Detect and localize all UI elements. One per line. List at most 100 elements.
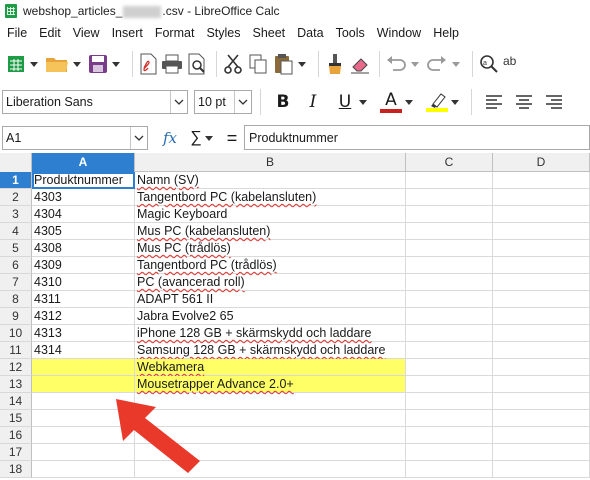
cell-d12[interactable]	[493, 359, 590, 376]
cell-a5[interactable]: 4308	[32, 240, 135, 257]
cell-d18[interactable]	[493, 461, 590, 478]
undo-icon[interactable]	[385, 50, 407, 78]
cell-c2[interactable]	[406, 189, 493, 206]
cell-c12[interactable]	[406, 359, 493, 376]
cell-d4[interactable]	[493, 223, 590, 240]
cell-a1[interactable]: Produktnummer	[32, 172, 135, 189]
highlighting-dropdown-chevron-icon[interactable]	[450, 88, 460, 116]
cell-c4[interactable]	[406, 223, 493, 240]
row-header[interactable]: 14	[0, 393, 32, 410]
cell-a4[interactable]: 4305	[32, 223, 135, 240]
chevron-down-icon[interactable]	[130, 127, 147, 149]
new-dropdown-chevron-icon[interactable]	[29, 50, 39, 78]
cell-c11[interactable]	[406, 342, 493, 359]
column-header-c[interactable]: C	[406, 153, 493, 172]
cell-a2[interactable]: 4303	[32, 189, 135, 206]
cell-a13[interactable]	[32, 376, 135, 393]
menu-tools[interactable]: Tools	[330, 26, 371, 40]
cell-b3[interactable]: Magic Keyboard	[135, 206, 406, 223]
menu-file[interactable]: File	[1, 26, 33, 40]
row-header[interactable]: 15	[0, 410, 32, 427]
paste-icon[interactable]	[272, 50, 294, 78]
cell-d5[interactable]	[493, 240, 590, 257]
cell-a9[interactable]: 4312	[32, 308, 135, 325]
cell-a10[interactable]: 4313	[32, 325, 135, 342]
cell-b8[interactable]: ADAPT 561 II	[135, 291, 406, 308]
row-header[interactable]: 16	[0, 427, 32, 444]
cell-b2[interactable]: Tangentbord PC (kabelansluten)	[135, 189, 406, 206]
column-header-b[interactable]: B	[135, 153, 406, 172]
undo-dropdown-chevron-icon[interactable]	[410, 50, 420, 78]
cell-d9[interactable]	[493, 308, 590, 325]
cell-c15[interactable]	[406, 410, 493, 427]
copy-icon[interactable]	[247, 50, 269, 78]
row-header[interactable]: 12	[0, 359, 32, 376]
cell-d1[interactable]	[493, 172, 590, 189]
redo-dropdown-chevron-icon[interactable]	[451, 50, 461, 78]
cell-a3[interactable]: 4304	[32, 206, 135, 223]
cell-c13[interactable]	[406, 376, 493, 393]
cell-b5[interactable]: Mus PC (trådlös)	[135, 240, 406, 257]
row-header[interactable]: 18	[0, 461, 32, 478]
cell-d11[interactable]	[493, 342, 590, 359]
spelling-icon[interactable]: ab	[503, 50, 517, 78]
cell-a6[interactable]: 4309	[32, 257, 135, 274]
formula-input[interactable]: Produktnummer	[244, 125, 590, 150]
cell-b4[interactable]: Mus PC (kabelansluten)	[135, 223, 406, 240]
row-header[interactable]: 3	[0, 206, 32, 223]
cell-d6[interactable]	[493, 257, 590, 274]
find-replace-icon[interactable]: a	[478, 50, 500, 78]
highlighting-color-button[interactable]	[424, 89, 450, 115]
row-header[interactable]: 13	[0, 376, 32, 393]
bold-button[interactable]: B	[270, 89, 296, 115]
cell-d8[interactable]	[493, 291, 590, 308]
cell-b10[interactable]: iPhone 128 GB + skärmskydd och laddare	[135, 325, 406, 342]
cell-b11[interactable]: Samsung 128 GB + skärmskydd och laddare	[135, 342, 406, 359]
spreadsheet-grid[interactable]: A B C D 1 Produktnummer Namn (SV) 2 4303 Tangentb…	[0, 153, 590, 480]
save-dropdown-chevron-icon[interactable]	[111, 50, 121, 78]
redo-icon[interactable]	[426, 50, 448, 78]
name-box[interactable]: A1	[2, 126, 148, 150]
row-header[interactable]: 9	[0, 308, 32, 325]
open-dropdown-chevron-icon[interactable]	[72, 50, 82, 78]
row-header[interactable]: 2	[0, 189, 32, 206]
export-pdf-icon[interactable]	[138, 50, 158, 78]
align-center-icon[interactable]	[511, 89, 537, 115]
sum-icon[interactable]: ∑	[188, 129, 204, 147]
font-name-combobox[interactable]: Liberation Sans	[2, 90, 188, 114]
cell-d16[interactable]	[493, 427, 590, 444]
row-header[interactable]: 4	[0, 223, 32, 240]
cell-d2[interactable]	[493, 189, 590, 206]
column-header-a[interactable]: A	[32, 153, 135, 172]
font-color-dropdown-chevron-icon[interactable]	[404, 88, 414, 116]
chevron-down-icon[interactable]	[170, 91, 187, 113]
cell-d3[interactable]	[493, 206, 590, 223]
menu-styles[interactable]: Styles	[200, 26, 246, 40]
cut-icon[interactable]	[222, 50, 244, 78]
cell-d14[interactable]	[493, 393, 590, 410]
open-folder-icon[interactable]	[45, 50, 69, 78]
row-header[interactable]: 1	[0, 172, 32, 189]
cell-b1[interactable]: Namn (SV)	[135, 172, 406, 189]
select-all-corner[interactable]	[0, 153, 32, 172]
cell-a8[interactable]: 4311	[32, 291, 135, 308]
menu-format[interactable]: Format	[149, 26, 201, 40]
underline-dropdown-chevron-icon[interactable]	[358, 88, 368, 116]
new-spreadsheet-icon[interactable]	[6, 50, 26, 78]
menu-window[interactable]: Window	[371, 26, 427, 40]
print-icon[interactable]	[161, 50, 183, 78]
align-left-icon[interactable]	[481, 89, 507, 115]
paste-dropdown-chevron-icon[interactable]	[297, 50, 307, 78]
cell-c5[interactable]	[406, 240, 493, 257]
cell-c3[interactable]	[406, 206, 493, 223]
cell-c10[interactable]	[406, 325, 493, 342]
clone-formatting-icon[interactable]	[324, 50, 346, 78]
row-header[interactable]: 17	[0, 444, 32, 461]
row-header[interactable]: 6	[0, 257, 32, 274]
sum-dropdown-chevron-icon[interactable]	[204, 124, 214, 152]
cell-a7[interactable]: 4310	[32, 274, 135, 291]
cell-b6[interactable]: Tangentbord PC (trådlös)	[135, 257, 406, 274]
menu-insert[interactable]: Insert	[106, 26, 149, 40]
row-header[interactable]: 7	[0, 274, 32, 291]
function-wizard-icon[interactable]: fx	[158, 129, 182, 147]
